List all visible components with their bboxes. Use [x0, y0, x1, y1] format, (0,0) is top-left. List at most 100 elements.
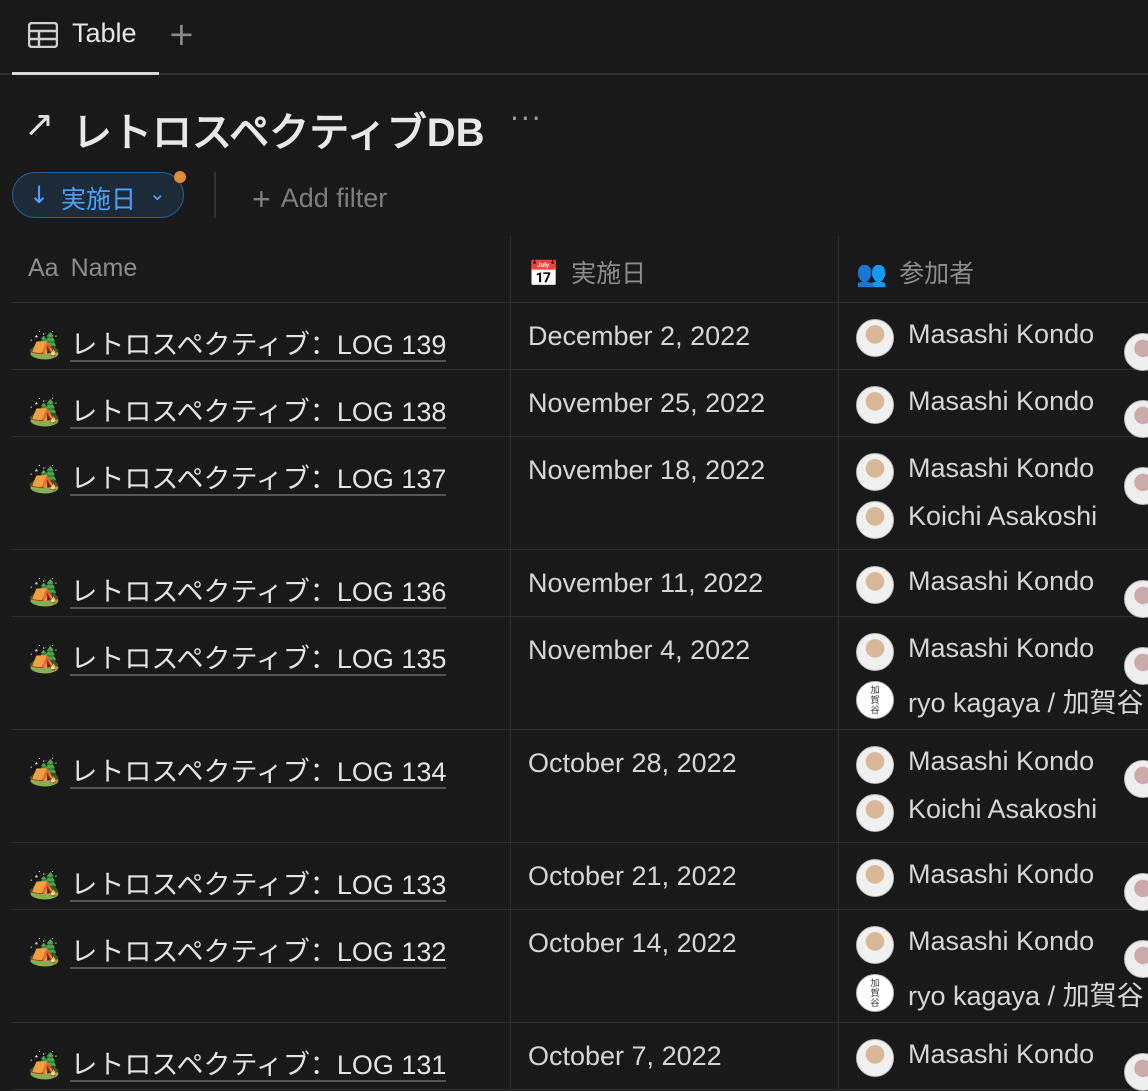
column-header-name[interactable]: Aa Name — [28, 254, 137, 283]
people-cell[interactable]: Masashi Kondo Koichi Asakoshi — [856, 451, 1148, 547]
person-chip[interactable]: Masashi Kondo — [856, 384, 1148, 432]
name-cell[interactable]: 🏕️ レトロスペクティブ：LOG 132 — [28, 930, 447, 969]
name-cell[interactable]: 🏕️ レトロスペクティブ：LOG 131 — [28, 1043, 447, 1082]
date-cell[interactable]: December 2, 2022 — [528, 321, 750, 352]
person-chip[interactable]: Masashi Kondo — [856, 631, 1148, 679]
table-row[interactable]: 🏕️ レトロスペクティブ：LOG 136 November 11, 2022 Ma… — [12, 550, 1148, 618]
name-cell[interactable]: 🏕️ レトロスペクティブ：LOG 137 — [28, 457, 447, 496]
filter-divider — [214, 172, 216, 218]
camping-icon: 🏕️ — [28, 871, 61, 901]
page-link[interactable]: レトロスペクティブ：LOG 131 — [70, 1050, 447, 1082]
column-header-people[interactable]: 👥 参加者 — [856, 254, 974, 290]
column-header-date[interactable]: 📅 実施日 — [528, 254, 646, 290]
person-name: Masashi Kondo — [908, 1039, 1095, 1069]
column-divider — [510, 730, 511, 842]
camping-icon: 🏕️ — [28, 578, 61, 608]
person-chip[interactable]: Masashi Kondo — [856, 1037, 1148, 1085]
person-chip[interactable]: Masashi Kondo — [856, 857, 1148, 905]
people-cell[interactable]: Masashi Kondo — [856, 384, 1148, 438]
column-divider — [838, 910, 839, 1022]
person-name: Masashi Kondo — [908, 633, 1095, 663]
date-cell[interactable]: November 18, 2022 — [528, 455, 765, 486]
column-divider — [838, 617, 839, 729]
table-row[interactable]: 🏕️ レトロスペクティブ：LOG 135 November 4, 2022 Mas… — [12, 617, 1148, 730]
tab-table[interactable]: Table — [12, 0, 159, 75]
person-chip[interactable]: Masashi Kondo — [856, 451, 1148, 499]
page-link[interactable]: レトロスペクティブ：LOG 139 — [70, 330, 447, 362]
page-link[interactable]: レトロスペクティブ：LOG 137 — [70, 464, 447, 496]
table-row[interactable]: 🏕️ レトロスペクティブ：LOG 134 October 28, 2022 Mas… — [12, 730, 1148, 843]
table-row[interactable]: 🏕️ レトロスペクティブ：LOG 138 November 25, 2022 Ma… — [12, 370, 1148, 438]
person-name: Masashi Kondo — [908, 746, 1095, 776]
table-icon — [28, 22, 58, 48]
name-cell[interactable]: 🏕️ レトロスペクティブ：LOG 136 — [28, 570, 447, 609]
more-options-button[interactable]: ··· — [510, 102, 543, 135]
page-title[interactable]: レトロスペクティブDB — [72, 100, 485, 158]
arrow-down-icon: ↓ — [29, 181, 50, 209]
name-cell[interactable]: 🏕️ レトロスペクティブ：LOG 133 — [28, 863, 447, 902]
people-cell[interactable]: Masashi Kondo — [856, 1037, 1148, 1091]
avatar: 加賀谷 — [856, 974, 894, 1012]
page-link[interactable]: レトロスペクティブ：LOG 133 — [70, 870, 447, 902]
sort-chip[interactable]: ↓ 実施日 ⌄ — [12, 172, 184, 218]
person-chip[interactable]: Koichi Asakoshi — [856, 792, 1148, 840]
column-divider — [510, 303, 511, 369]
person-chip[interactable]: Koichi Asakoshi — [856, 499, 1148, 547]
table-row[interactable]: 🏕️ レトロスペクティブ：LOG 131 October 7, 2022 Masa… — [12, 1023, 1148, 1091]
people-cell[interactable]: Masashi Kondo — [856, 317, 1148, 371]
plus-icon: + — [252, 181, 271, 217]
person-chip[interactable]: Masashi Kondo — [856, 744, 1148, 792]
people-cell[interactable]: Masashi Kondo Koichi Asakoshi — [856, 744, 1148, 840]
camping-icon: 🏕️ — [28, 758, 61, 788]
table-row[interactable]: 🏕️ レトロスペクティブ：LOG 133 October 21, 2022 Mas… — [12, 843, 1148, 911]
page-link[interactable]: レトロスペクティブ：LOG 136 — [70, 577, 447, 609]
chevron-down-icon: ⌄ — [149, 181, 166, 205]
person-chip[interactable]: 加賀谷 ryo kagaya / 加賀谷 — [856, 972, 1148, 1020]
date-cell[interactable]: November 11, 2022 — [528, 568, 763, 599]
date-cell[interactable]: November 25, 2022 — [528, 388, 765, 419]
person-chip[interactable]: Masashi Kondo — [856, 317, 1148, 365]
column-date-label: 実施日 — [571, 260, 647, 288]
column-people-label: 参加者 — [899, 260, 975, 288]
add-view-button[interactable]: + — [168, 16, 195, 52]
column-divider — [838, 730, 839, 842]
name-cell[interactable]: 🏕️ レトロスペクティブ：LOG 138 — [28, 390, 447, 429]
person-chip[interactable]: 加賀谷 ryo kagaya / 加賀谷 — [856, 679, 1148, 727]
avatar — [1124, 873, 1148, 911]
column-divider — [838, 303, 839, 369]
people-cell[interactable]: Masashi Kondo 加賀谷 ryo kagaya / 加賀谷 — [856, 631, 1148, 727]
table-row[interactable]: 🏕️ レトロスペクティブ：LOG 139 December 2, 2022 Mas… — [12, 303, 1148, 371]
table-row[interactable]: 🏕️ レトロスペクティブ：LOG 132 October 14, 2022 Mas… — [12, 910, 1148, 1023]
people-cell[interactable]: Masashi Kondo — [856, 857, 1148, 911]
camping-icon: 🏕️ — [28, 1051, 61, 1081]
unsaved-indicator-dot — [174, 171, 186, 183]
people-cell[interactable]: Masashi Kondo — [856, 564, 1148, 618]
page-link[interactable]: レトロスペクティブ：LOG 134 — [70, 757, 447, 789]
person-chip[interactable]: Masashi Kondo — [856, 924, 1148, 972]
active-tab-indicator — [12, 72, 159, 75]
person-chip[interactable]: Masashi Kondo — [856, 564, 1148, 612]
avatar — [856, 566, 894, 604]
avatar: 加賀谷 — [856, 681, 894, 719]
add-filter-button[interactable]: + Add filter — [252, 178, 387, 217]
sort-label: 実施日 — [61, 185, 137, 214]
date-cell[interactable]: October 21, 2022 — [528, 861, 737, 892]
avatar — [1124, 1053, 1148, 1091]
page-link[interactable]: レトロスペクティブ：LOG 138 — [70, 397, 447, 429]
date-cell[interactable]: October 7, 2022 — [528, 1041, 722, 1072]
date-cell[interactable]: October 14, 2022 — [528, 928, 737, 959]
avatar — [856, 1039, 894, 1077]
page-link[interactable]: レトロスペクティブ：LOG 135 — [70, 644, 447, 676]
avatar — [856, 746, 894, 784]
table-row[interactable]: 🏕️ レトロスペクティブ：LOG 137 November 18, 2022 Ma… — [12, 437, 1148, 550]
person-name: Masashi Kondo — [908, 453, 1095, 483]
column-divider — [510, 1023, 511, 1089]
name-cell[interactable]: 🏕️ レトロスペクティブ：LOG 135 — [28, 637, 447, 676]
name-cell[interactable]: 🏕️ レトロスペクティブ：LOG 134 — [28, 750, 447, 789]
date-cell[interactable]: October 28, 2022 — [528, 748, 737, 779]
name-cell[interactable]: 🏕️ レトロスペクティブ：LOG 139 — [28, 323, 447, 362]
people-cell[interactable]: Masashi Kondo 加賀谷 ryo kagaya / 加賀谷 — [856, 924, 1148, 1020]
date-cell[interactable]: November 4, 2022 — [528, 635, 750, 666]
table-body: 🏕️ レトロスペクティブ：LOG 139 December 2, 2022 Mas… — [12, 303, 1148, 1091]
page-link[interactable]: レトロスペクティブ：LOG 132 — [70, 937, 447, 969]
